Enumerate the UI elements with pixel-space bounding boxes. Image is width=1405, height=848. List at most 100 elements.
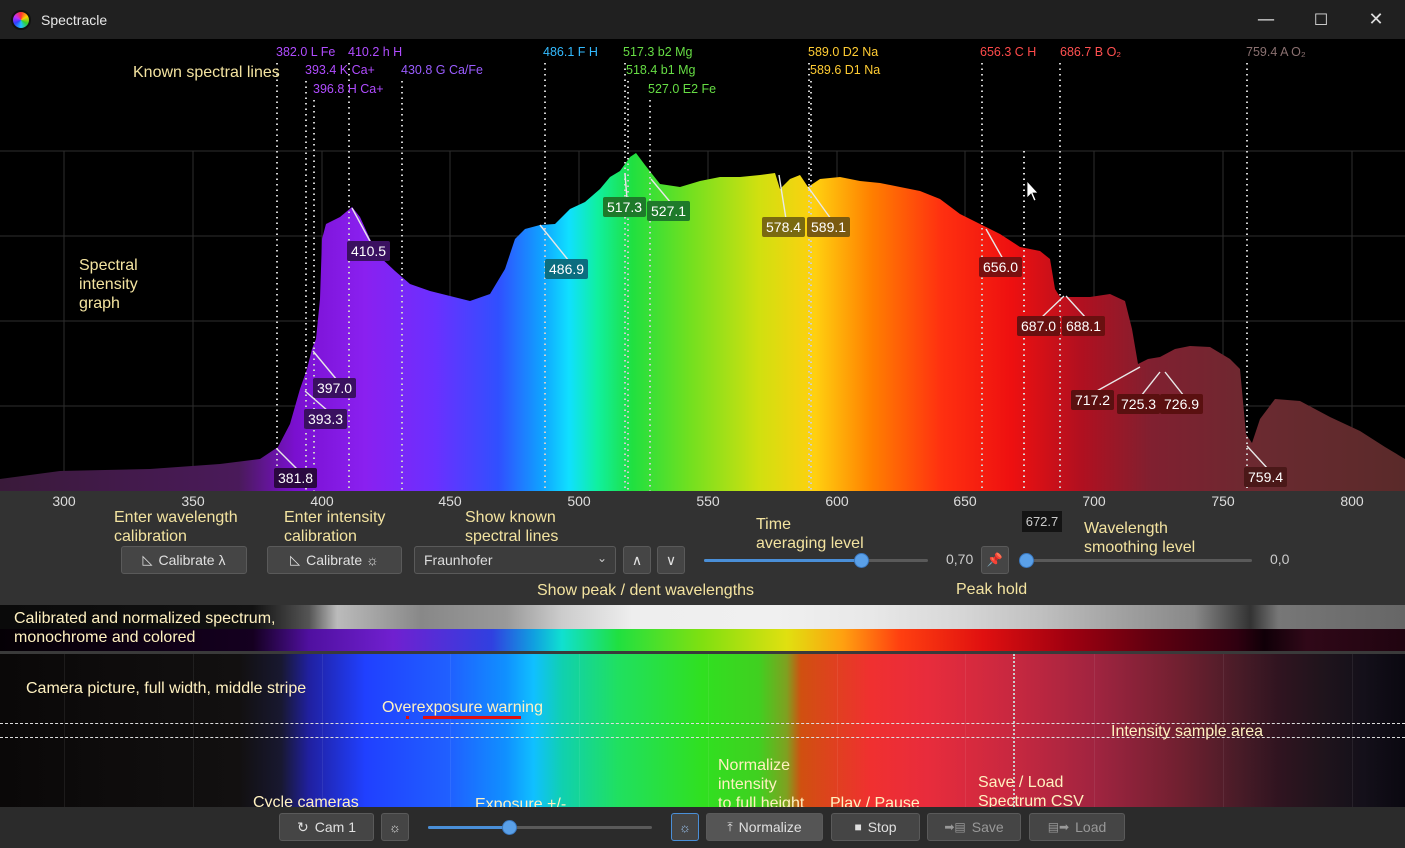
app-logo-icon [11, 9, 31, 30]
stop-button[interactable]: ■ Stop [831, 813, 920, 841]
peak-label: 410.5 [347, 241, 391, 261]
sun-icon: ☼ [679, 819, 691, 835]
annotation-wl-smooth: Wavelength smoothing level [1084, 520, 1196, 556]
wavelength-smoothing-slider[interactable] [1019, 553, 1252, 568]
normalize-button[interactable]: ⤒ Normalize [706, 813, 823, 841]
stop-label: Stop [867, 819, 897, 835]
peak-label: 527.1 [647, 201, 691, 221]
peak-label: 688.1 [1062, 316, 1106, 336]
known-line-label: 517.3 b2 Mg [623, 45, 693, 59]
cycle-camera-button[interactable]: ↻ Cam 1 [279, 813, 374, 841]
annotation-cycle-cams: Cycle cameras [253, 794, 359, 807]
calibrate-intensity-button[interactable]: ◺ Calibrate ☼ [267, 546, 402, 574]
peak-show-button[interactable]: ∧ [623, 546, 651, 574]
annotation-save-load: Save / Load Spectrum CSV [978, 774, 1084, 807]
stop-icon: ■ [854, 820, 862, 834]
known-line-label: 486.1 F H [543, 45, 598, 59]
known-lines-select[interactable]: Fraunhofer ⌄ [414, 546, 616, 574]
load-label: Load [1075, 819, 1107, 835]
known-lines-select-value: Fraunhofer [424, 552, 493, 568]
axis-tick-label: 700 [1082, 493, 1106, 509]
known-line-label: 589.0 D2 Na [808, 45, 879, 59]
axis-tick-label: 550 [696, 493, 720, 509]
annotation-overexposure: Overexposure warning [382, 699, 543, 716]
peak-label: 517.3 [603, 197, 647, 217]
peak-label: 393.3 [304, 409, 348, 429]
minimize-button[interactable]: — [1238, 0, 1294, 39]
sun-icon: ☼ [389, 819, 401, 835]
annotation-play-pause: Play / Pause [830, 795, 920, 807]
known-line-label: 382.0 L Fe [276, 45, 336, 59]
save-button[interactable]: ➡▤ Save [927, 813, 1021, 841]
calibrate-wavelength-label: Calibrate λ [158, 552, 226, 568]
peak-label: 381.8 [274, 468, 318, 488]
cursor-wavelength-readout: 672.7 [1022, 511, 1062, 532]
pin-icon: 📌 [986, 552, 1004, 567]
wavelength-smoothing-slider-handle[interactable] [1019, 553, 1034, 568]
time-averaging-value: 0,70 [946, 551, 974, 567]
annotation-known-lines: Known spectral lines [133, 64, 280, 81]
axis-tick-label: 400 [310, 493, 334, 509]
camera-grid-line [579, 654, 580, 807]
camera-label: Cam 1 [314, 819, 356, 835]
normalize-label: Normalize [738, 819, 802, 835]
load-file-icon: ▤➡ [1047, 820, 1070, 834]
refresh-icon: ↻ [297, 818, 309, 835]
peak-label: 759.4 [1244, 467, 1288, 487]
camera-grid-line [837, 654, 838, 807]
exposure-slider-handle[interactable] [501, 820, 517, 835]
axis-tick-label: 800 [1340, 493, 1364, 509]
peak-label: 717.2 [1071, 390, 1115, 410]
auto-exposure-button[interactable]: ☼ [381, 813, 409, 841]
chevron-down-icon: ⌄ [596, 551, 607, 565]
peak-hold-button[interactable]: 📌 [981, 546, 1009, 574]
mouse-cursor-icon [1026, 179, 1039, 202]
calibrate-intensity-label: Calibrate ☼ [306, 552, 379, 568]
axis-tick-label: 500 [567, 493, 591, 509]
annotation-exposure: Exposure +/- [475, 796, 567, 807]
camera-grid-line [193, 654, 194, 807]
wavelength-smoothing-value: 0,0 [1270, 551, 1290, 567]
axis-tick-label: 450 [438, 493, 462, 509]
known-line-label: 686.7 B O₂ [1060, 45, 1122, 59]
time-averaging-slider[interactable] [704, 553, 928, 568]
normalize-icon: ⤒ [727, 819, 733, 834]
axis-tick-label: 750 [1211, 493, 1235, 509]
known-line-label: 527.0 E2 Fe [648, 82, 717, 96]
load-button[interactable]: ▤➡ Load [1029, 813, 1125, 841]
camera-grid-line [965, 654, 966, 807]
save-label: Save [971, 819, 1004, 835]
time-averaging-slider-handle[interactable] [853, 553, 869, 568]
peak-label: 687.0 [1017, 316, 1061, 336]
spectrum-curve [0, 153, 1405, 491]
annotation-intensity-cal: Enter intensity calibration [284, 509, 386, 545]
known-line-label: 410.2 h H [348, 45, 403, 59]
title-bar: Spectracle — ☐ ✕ [0, 0, 1405, 39]
annotation-graph: Spectral intensity graph [79, 257, 138, 312]
calibrate-wavelength-button[interactable]: ◺ Calibrate λ [121, 546, 247, 574]
close-button[interactable]: ✕ [1348, 0, 1404, 39]
axis-tick-label: 350 [181, 493, 205, 509]
spectrum-graph-canvas [0, 63, 1405, 491]
peak-label: 486.9 [545, 259, 589, 279]
peak-label: 578.4 [762, 217, 806, 237]
annotation-normalize: Normalize intensity to full height [718, 757, 805, 807]
dent-show-button[interactable]: ∨ [657, 546, 685, 574]
known-line-label: 759.4 A O₂ [1246, 45, 1306, 59]
controls-panel: 300 350 400 450 500 550 600 650 700 750 800 672.7 … [0, 491, 1405, 605]
camera-grid-line [64, 654, 65, 807]
camera-grid-line [450, 654, 451, 807]
annotation-sample-area: Intensity sample area [1111, 723, 1264, 740]
spectrum-graph[interactable]: 382.0 L Fe 393.4 K Ca+ 396.8 H Ca+ 410.2 h … [0, 39, 1405, 491]
camera-grid-line [1352, 654, 1353, 807]
annotation-show-lines: Show known spectral lines [465, 509, 559, 545]
camera-picture[interactable]: Camera picture, full width, middle strip… [0, 654, 1405, 807]
annotation-wavelength-cal: Enter wavelength calibration [114, 509, 238, 545]
time-averaging-slider-fill [704, 559, 861, 562]
known-line-label: 396.8 H Ca+ [313, 82, 384, 96]
exposure-slider[interactable] [428, 820, 652, 835]
window-title: Spectracle [41, 11, 108, 28]
annotation-calibrated: Calibrated and normalized spectrum, mono… [14, 610, 276, 646]
maximize-button[interactable]: ☐ [1293, 0, 1349, 39]
normalize-toggle-button[interactable]: ☼ [671, 813, 699, 841]
